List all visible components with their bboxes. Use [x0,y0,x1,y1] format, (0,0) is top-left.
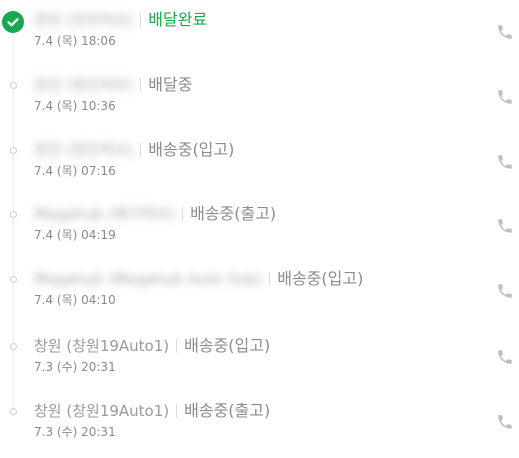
timeline-entry: 천안 (천안허브) 배달중 7.4 (목) 10:36 [0,74,519,124]
timeline-entry: Megahub (메가허브) 배송중(출고) 7.4 (목) 04:19 [0,203,519,253]
phone-icon[interactable] [496,217,514,235]
delivery-status: 배송중(출고) [184,401,271,420]
timeline-dot [10,211,17,218]
phone-icon[interactable] [496,282,514,300]
timeline-dot [10,147,17,154]
timeline-entry: 창원 (창원19Auto1) 배송중(출고) 7.3 (수) 20:31 [0,400,519,450]
origin-location: 창원 (창원19Auto1) [34,337,170,355]
timestamp: 7.4 (목) 04:10 [34,293,116,307]
delivery-status: 배송중(출고) [190,204,277,223]
timestamp: 7.4 (목) 07:16 [34,164,116,178]
timeline-dot [10,343,17,350]
separator [140,143,142,157]
timeline-dot [10,276,17,283]
separator [176,404,178,418]
timeline-dot [10,408,17,415]
separator [269,272,271,286]
timestamp: 7.3 (수) 20:31 [34,425,116,439]
delivery-status: 배송중(입고) [148,140,235,159]
timeline-entry: 천안 (천안허브) 배달완료 7.4 (목) 18:06 [0,9,519,59]
delivery-status: 배달중 [148,75,193,94]
timeline-entry: 창원 (창원19Auto1) 배송중(입고) 7.3 (수) 20:31 [0,335,519,385]
timestamp: 7.3 (수) 20:31 [34,360,116,374]
timestamp: 7.4 (목) 18:06 [34,34,116,48]
timestamp: 7.4 (목) 04:19 [34,228,116,242]
separator [182,207,184,221]
phone-icon[interactable] [496,153,514,171]
origin-location: 천안 (천안허브) [34,76,134,94]
timeline-dot [10,82,17,89]
delivery-status: 배달완료 [148,10,208,29]
origin-location: 창원 (창원19Auto1) [34,402,170,420]
timeline-entry: Megahub (Megahub Auto Sub) 배송중(입고) 7.4 (… [0,268,519,318]
origin-location: Megahub (메가허브) [34,205,176,223]
delivery-status: 배송중(입고) [184,336,271,355]
origin-location: 천안 (천안허브) [34,11,134,29]
separator [176,339,178,353]
phone-icon[interactable] [496,413,514,431]
separator [140,78,142,92]
origin-location: Megahub (Megahub Auto Sub) [34,270,263,288]
phone-icon[interactable] [496,23,514,41]
delivery-status: 배송중(입고) [277,269,364,288]
timestamp: 7.4 (목) 10:36 [34,99,116,113]
check-circle-icon [2,11,24,33]
phone-icon[interactable] [496,88,514,106]
timeline-entry: 천안 (천안허브) 배송중(입고) 7.4 (목) 07:16 [0,139,519,189]
phone-icon[interactable] [496,348,514,366]
separator [140,13,142,27]
origin-location: 천안 (천안허브) [34,141,134,159]
